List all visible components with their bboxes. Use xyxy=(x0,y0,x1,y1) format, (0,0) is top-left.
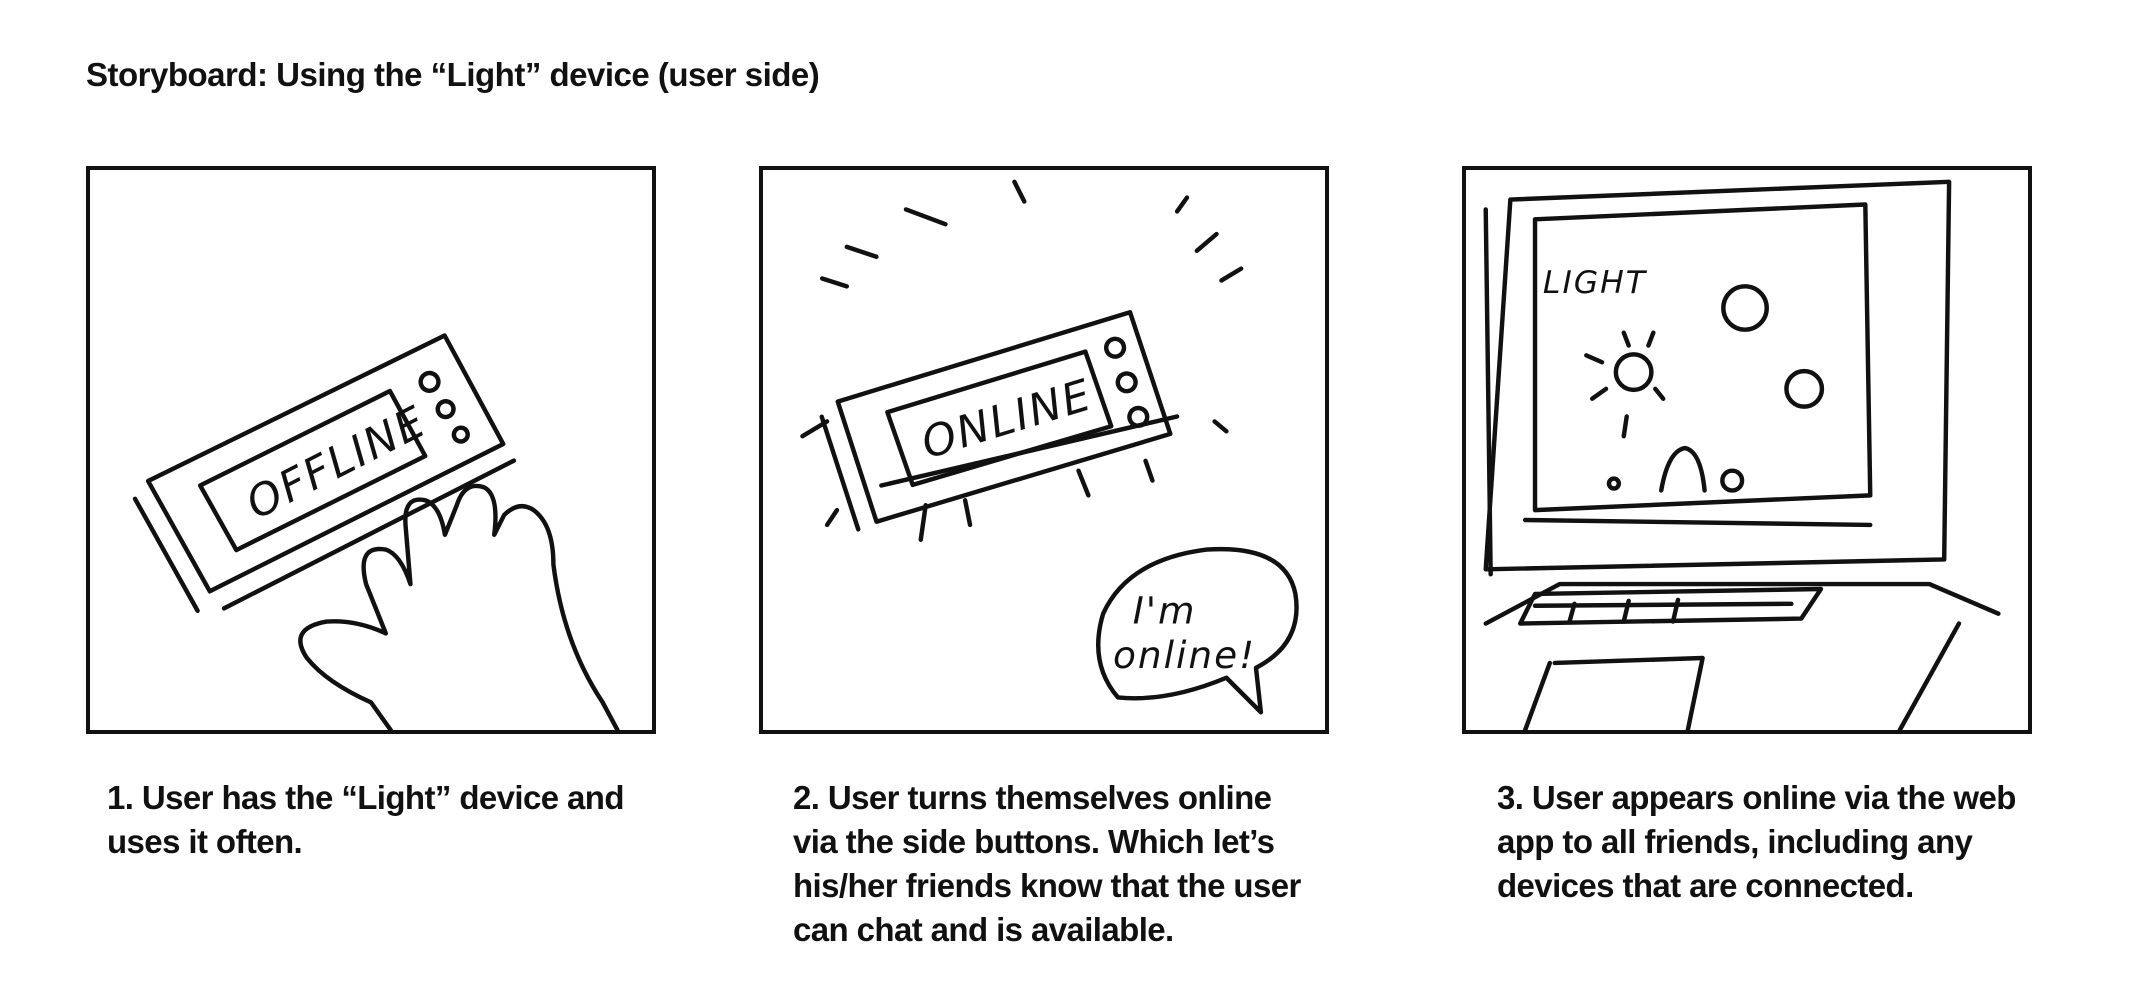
laptop-web-app-sketch: LIGHT xyxy=(1483,179,2001,730)
panel-3-caption: 3. User appears online via the web app t… xyxy=(1497,779,2016,904)
storyboard-panel-2: ONLINE I'm online! xyxy=(759,166,1329,734)
storyboard-panel-3: LIGHT xyxy=(1462,166,2032,734)
offline-device-sketch: OFFLINE xyxy=(132,333,620,730)
panel-1-caption: 1. User has the “Light” device and uses … xyxy=(107,779,625,860)
speech-bubble-line-2: online! xyxy=(1113,633,1256,677)
panel-2-caption: 2. User turns themselves online via the … xyxy=(793,779,1301,948)
storyboard-panel-1: OFFLINE xyxy=(86,166,656,734)
speech-bubble-line-1: I'm xyxy=(1133,589,1197,633)
speech-bubble: I'm online! xyxy=(1096,546,1299,715)
online-device-sketch: ONLINE I'm online! xyxy=(800,179,1299,715)
light-rays xyxy=(800,179,1244,542)
web-app-logo-text: LIGHT xyxy=(1543,265,1648,301)
storyboard-title: Storyboard: Using the “Light” device (us… xyxy=(86,56,820,93)
